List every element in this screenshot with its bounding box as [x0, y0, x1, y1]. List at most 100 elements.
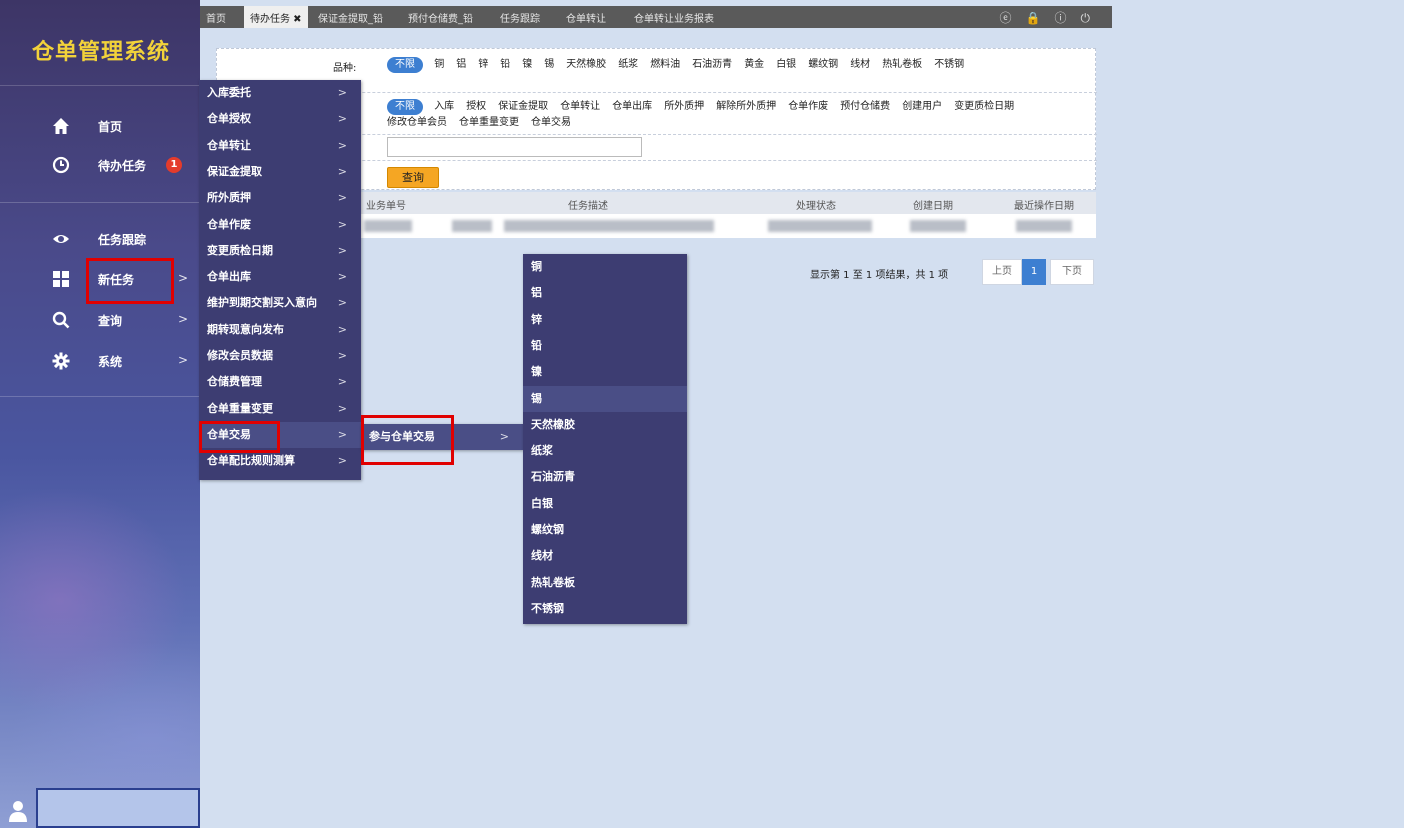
menu1-item[interactable]: 仓单作废 > — [199, 212, 361, 238]
type-option[interactable]: 所外质押 — [664, 99, 704, 115]
menu1-item[interactable]: 仓单转让 > — [199, 133, 361, 159]
menu1-item[interactable]: 维护到期交割买入意向 > — [199, 290, 361, 316]
menu1-item[interactable]: 变更质检日期 > — [199, 238, 361, 264]
menu2-item[interactable]: 参与仓单交易 > — [361, 424, 523, 451]
sidebar-item-query[interactable]: 查询 > — [0, 301, 200, 337]
menu3-item[interactable]: 铜 — [523, 254, 687, 280]
sidebar-item-tracking[interactable]: 任务跟踪 — [0, 220, 200, 256]
query-input[interactable] — [387, 137, 642, 157]
menu1-item[interactable]: 仓单重量变更 > — [199, 396, 361, 422]
menu1-item[interactable]: 仓储费管理 > — [199, 369, 361, 395]
type-option[interactable]: 仓单重量变更 — [459, 115, 519, 131]
menu1-item-label: 仓单出库 — [207, 270, 251, 284]
user-field[interactable] — [36, 788, 200, 828]
menu3-item[interactable]: 铝 — [523, 280, 687, 306]
type-option[interactable]: 保证金提取 — [498, 99, 548, 115]
new-task-menu: 入库委托 > 仓单授权 > 仓单转让 > 保证金提取 > 所外质押 > 仓单作废 > 变更质检日期 > 仓单… — [199, 80, 361, 480]
variety-option[interactable]: 石油沥青 — [692, 57, 732, 73]
menu1-item[interactable]: 入库委托 > — [199, 80, 361, 106]
tab-home[interactable]: 首页 — [206, 10, 226, 25]
tab-deposit-withdraw[interactable]: 保证金提取_铅 — [318, 10, 383, 25]
type-option[interactable]: 变更质检日期 — [954, 99, 1014, 115]
sidebar-item-home[interactable]: 首页 — [0, 107, 200, 143]
menu3-item[interactable]: 锌 — [523, 307, 687, 333]
tab-todo[interactable]: 待办任务 ✖ — [244, 6, 308, 28]
menu3-item[interactable]: 锡 — [523, 385, 687, 412]
variety-option[interactable]: 燃料油 — [650, 57, 680, 73]
menu3-item-label: 铅 — [531, 338, 542, 352]
menu3-item-label: 锌 — [531, 312, 542, 326]
variety-option[interactable]: 锡 — [544, 57, 554, 73]
tab-tracking[interactable]: 任务跟踪 — [500, 10, 540, 25]
type-option[interactable]: 仓单出库 — [612, 99, 652, 115]
variety-option[interactable]: 白银 — [776, 57, 796, 73]
lock-icon[interactable]: 🔒 — [1026, 11, 1055, 25]
menu1-item[interactable]: 所外质押 > — [199, 185, 361, 211]
sidebar-item-todo[interactable]: 待办任务 1 — [0, 146, 200, 182]
type-option-any[interactable]: 不限 — [387, 99, 423, 115]
menu1-item[interactable]: 保证金提取 > — [199, 159, 361, 185]
variety-option[interactable]: 镍 — [522, 57, 532, 73]
menu3-item[interactable]: 纸浆 — [523, 438, 687, 464]
column-header[interactable]: 处理状态 — [796, 197, 836, 212]
menu1-item[interactable]: 仓单配比规则测算 > — [199, 448, 361, 474]
query-button[interactable]: 查询 — [387, 167, 439, 188]
sidebar-item-new-task[interactable]: 新任务 > — [0, 260, 200, 296]
menu1-item[interactable]: 仓单交易 > — [199, 421, 361, 449]
variety-option[interactable]: 黄金 — [744, 57, 764, 73]
type-option[interactable]: 解除所外质押 — [716, 99, 776, 115]
menu3-item[interactable]: 石油沥青 — [523, 464, 687, 490]
variety-option[interactable]: 铝 — [456, 57, 466, 73]
menu1-item-label: 仓单授权 — [207, 112, 251, 126]
sidebar-item-system[interactable]: 系统 > — [0, 342, 200, 378]
menu3-item[interactable]: 线材 — [523, 543, 687, 569]
menu3-item[interactable]: 铅 — [523, 333, 687, 359]
menu1-item[interactable]: 期转现意向发布 > — [199, 317, 361, 343]
menu3-item-label: 铜 — [531, 260, 542, 273]
type-option[interactable]: 仓单作废 — [788, 99, 828, 115]
type-option[interactable]: 授权 — [466, 99, 486, 115]
menu1-item[interactable]: 仓单授权 > — [199, 106, 361, 132]
column-header[interactable]: 最近操作日期 — [1014, 197, 1074, 212]
page-1-button[interactable]: 1 — [1022, 259, 1046, 285]
menu3-item[interactable]: 镍 — [523, 359, 687, 385]
menu3-item[interactable]: 螺纹钢 — [523, 517, 687, 543]
menu3-item[interactable]: 不锈钢 — [523, 596, 687, 622]
tab-prepaid-storage[interactable]: 预付仓储费_铅 — [408, 10, 473, 25]
next-page-button[interactable]: 下页 — [1050, 259, 1094, 285]
menu3-item[interactable]: 白银 — [523, 491, 687, 517]
chevron-right-icon: > — [337, 217, 347, 231]
type-option[interactable]: 仓单交易 — [531, 115, 571, 131]
menu3-item[interactable]: 热轧卷板 — [523, 570, 687, 596]
power-icon[interactable]: ⏻ — [1081, 11, 1105, 25]
variety-option[interactable]: 螺纹钢 — [808, 57, 838, 73]
column-header[interactable]: 创建日期 — [913, 197, 953, 212]
variety-option[interactable]: 锌 — [478, 57, 488, 73]
prev-page-button[interactable]: 上页 — [982, 259, 1022, 285]
ie-icon[interactable]: ⓔ — [1000, 11, 1026, 25]
help-icon[interactable]: ⓘ — [1054, 11, 1080, 25]
variety-option[interactable]: 不锈钢 — [934, 57, 964, 73]
pager-summary: 显示第 1 至 1 项结果，共 1 项 — [810, 270, 949, 281]
column-header[interactable]: 任务描述 — [568, 197, 608, 212]
variety-option[interactable]: 纸浆 — [618, 57, 638, 73]
tab-transfer-report[interactable]: 仓单转让业务报表 — [634, 10, 714, 25]
chevron-right-icon: > — [337, 191, 347, 205]
variety-option[interactable]: 热轧卷板 — [882, 57, 922, 73]
variety-option[interactable]: 线材 — [850, 57, 870, 73]
menu1-item[interactable]: 修改会员数据 > — [199, 343, 361, 369]
variety-option[interactable]: 铅 — [500, 57, 510, 73]
column-header[interactable]: 业务单号 — [366, 197, 406, 212]
variety-option[interactable]: 天然橡胶 — [566, 57, 606, 73]
menu3-item[interactable]: 天然橡胶 — [523, 412, 687, 438]
menu1-item[interactable]: 仓单出库 > — [199, 264, 361, 290]
menu1-item-label: 变更质检日期 — [207, 243, 273, 257]
type-option[interactable]: 预付仓储费 — [840, 99, 890, 115]
variety-option-any[interactable]: 不限 — [387, 57, 423, 73]
tab-transfer[interactable]: 仓单转让 — [566, 10, 606, 25]
type-option[interactable]: 仓单转让 — [560, 99, 600, 115]
variety-option[interactable]: 铜 — [434, 57, 444, 73]
type-option[interactable]: 创建用户 — [902, 99, 942, 115]
type-option[interactable]: 修改仓单会员 — [387, 115, 447, 131]
type-option[interactable]: 入库 — [434, 99, 454, 115]
